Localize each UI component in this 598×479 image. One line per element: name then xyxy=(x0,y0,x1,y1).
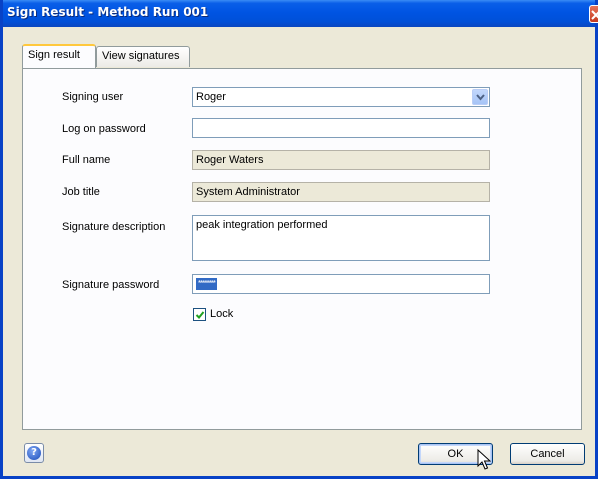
chevron-down-icon xyxy=(476,94,485,101)
signing-user-value: Roger xyxy=(196,91,226,103)
signing-user-label: Signing user xyxy=(62,91,124,103)
mouse-pointer-icon xyxy=(477,449,491,470)
job-title-label: Job title xyxy=(62,186,100,198)
signature-description-input[interactable]: peak integration performed xyxy=(192,215,490,261)
signature-password-label: Signature password xyxy=(62,279,160,291)
logon-password-label: Log on password xyxy=(62,123,146,135)
window-title: Sign Result - Method Run 001 xyxy=(7,5,209,19)
job-title-field: System Administrator xyxy=(192,182,490,202)
signature-description-label: Signature description xyxy=(62,221,166,233)
password-mask-selected: ******** xyxy=(196,278,217,290)
cancel-button[interactable]: Cancel xyxy=(510,443,585,465)
signing-user-select[interactable]: Roger xyxy=(192,87,490,107)
lock-checkbox[interactable] xyxy=(193,308,206,321)
tab-sign-result[interactable]: Sign result xyxy=(22,44,96,68)
logon-password-input[interactable] xyxy=(192,118,490,138)
full-name-field: Roger Waters xyxy=(192,150,490,170)
title-bar[interactable]: Sign Result - Method Run 001 xyxy=(3,0,598,27)
signature-password-input[interactable]: ******** xyxy=(192,274,490,294)
lock-label[interactable]: Lock xyxy=(210,308,233,320)
close-button[interactable] xyxy=(589,5,598,23)
help-button[interactable]: ? xyxy=(24,443,44,463)
tab-view-signatures[interactable]: View signatures xyxy=(96,46,190,67)
full-name-label: Full name xyxy=(62,154,111,166)
dropdown-button[interactable] xyxy=(472,89,488,105)
close-icon xyxy=(591,10,598,20)
check-icon xyxy=(195,311,205,319)
help-icon: ? xyxy=(27,446,41,460)
